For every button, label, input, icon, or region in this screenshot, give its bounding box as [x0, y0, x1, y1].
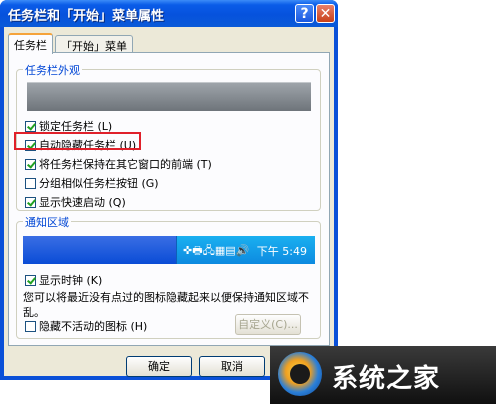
watermark-banner: 系统之家	[270, 346, 496, 404]
site-logo-icon	[278, 352, 322, 396]
hide-inactive-icons-label: 隐藏不活动的图标 (H)	[39, 320, 148, 333]
notification-area-preview: ✜🖶🖧▦▤🔊 下午 5:49	[23, 236, 315, 264]
window-title: 任务栏和「开始」菜单属性	[8, 9, 165, 24]
group-label-appearance: 任务栏外观	[23, 62, 82, 78]
checkbox-box[interactable]	[25, 321, 36, 332]
properties-dialog: 任务栏和「开始」菜单属性 ? ✕ 任务栏 「开始」菜单 任务栏外观 锁定任务栏 …	[0, 0, 338, 380]
cancel-button[interactable]: 取消	[199, 356, 265, 377]
show-quick-launch-checkbox[interactable]: 显示快速启动 (Q)	[25, 194, 126, 209]
hide-inactive-icons-checkbox[interactable]: 隐藏不活动的图标 (H)	[25, 318, 148, 333]
dialog-client-area: 任务栏 「开始」菜单 任务栏外观 锁定任务栏 (L) 自动隐藏任务栏 (U) 将…	[4, 27, 334, 377]
checkbox-box[interactable]	[25, 159, 36, 170]
highlight-frame	[14, 132, 141, 150]
tray-icons: ✜🖶🖧▦▤🔊	[183, 244, 250, 257]
customize-button[interactable]: 自定义(C)...	[235, 314, 301, 335]
close-button[interactable]: ✕	[316, 4, 335, 23]
keep-on-top-checkbox[interactable]: 将任务栏保持在其它窗口的前端 (T)	[25, 156, 212, 171]
group-similar-buttons-checkbox[interactable]: 分组相似任务栏按钮 (G)	[25, 175, 159, 190]
system-tray: ✜🖶🖧▦▤🔊 下午 5:49	[176, 236, 315, 264]
lock-taskbar-checkbox[interactable]: 锁定任务栏 (L)	[25, 118, 112, 133]
taskbar-tab-page: 任务栏外观 锁定任务栏 (L) 自动隐藏任务栏 (U) 将任务栏保持在其它窗口的…	[8, 52, 330, 346]
help-button[interactable]: ?	[295, 4, 314, 23]
group-similar-buttons-label: 分组相似任务栏按钮 (G)	[39, 177, 159, 190]
keep-on-top-label: 将任务栏保持在其它窗口的前端 (T)	[39, 158, 212, 171]
notification-area-group: 通知区域 ✜🖶🖧▦▤🔊 下午 5:49 显示时钟 (K) 您可以将最近没有点过的…	[16, 214, 321, 339]
show-quick-launch-label: 显示快速启动 (Q)	[39, 196, 126, 209]
show-clock-checkbox[interactable]: 显示时钟 (K)	[25, 272, 103, 287]
watermark-text: 系统之家	[332, 364, 441, 394]
checkbox-box[interactable]	[25, 121, 36, 132]
taskbar-preview-image	[27, 82, 311, 111]
checkbox-box[interactable]	[25, 197, 36, 208]
group-label-notification: 通知区域	[23, 214, 71, 230]
ok-button[interactable]: 确定	[126, 356, 192, 377]
tab-start-menu[interactable]: 「开始」菜单	[55, 35, 133, 53]
tab-taskbar[interactable]: 任务栏	[8, 33, 53, 54]
tray-clock: 下午 5:49	[256, 245, 307, 258]
title-bar[interactable]: 任务栏和「开始」菜单属性 ? ✕	[0, 0, 338, 27]
checkbox-box[interactable]	[25, 178, 36, 189]
show-clock-label: 显示时钟 (K)	[39, 274, 103, 287]
checkbox-box[interactable]	[25, 275, 36, 286]
